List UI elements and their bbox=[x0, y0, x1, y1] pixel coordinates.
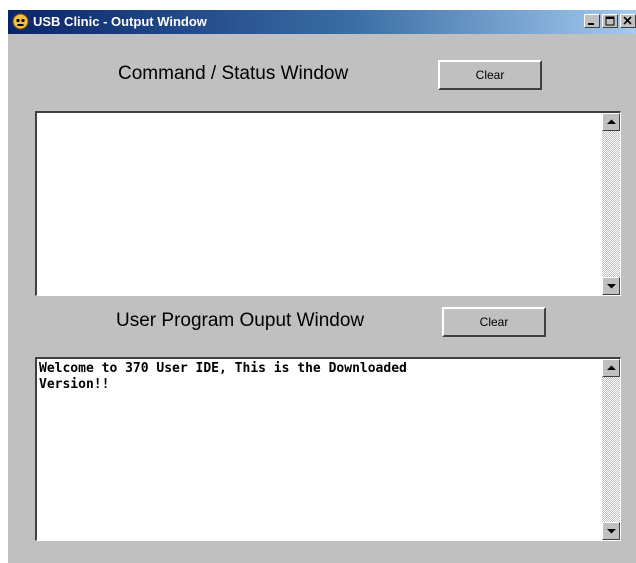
scroll-up-icon[interactable] bbox=[602, 359, 620, 377]
app-icon[interactable] bbox=[12, 13, 29, 30]
user-program-label: User Program Ouput Window bbox=[116, 310, 365, 331]
title-controls bbox=[582, 14, 636, 30]
command-status-label: Command / Status Window bbox=[118, 63, 349, 84]
scroll-up-icon[interactable] bbox=[602, 113, 620, 131]
window-title: USB Clinic - Output Window bbox=[33, 14, 207, 29]
command-status-text bbox=[39, 115, 600, 295]
command-clear-button[interactable]: Clear bbox=[438, 60, 542, 90]
scroll-down-icon[interactable] bbox=[602, 277, 620, 295]
user-scrollbar[interactable] bbox=[602, 359, 620, 540]
close-icon[interactable] bbox=[620, 14, 636, 28]
title-bar[interactable]: USB Clinic - Output Window bbox=[8, 10, 636, 34]
scroll-down-icon[interactable] bbox=[602, 522, 620, 540]
user-program-textbox[interactable]: Welcome to 370 User IDE, This is the Dow… bbox=[35, 357, 621, 541]
minimize-icon[interactable] bbox=[584, 14, 600, 28]
output-window: USB Clinic - Output Window Command / Sta… bbox=[8, 10, 636, 563]
user-clear-button[interactable]: Clear bbox=[442, 307, 546, 337]
maximize-icon[interactable] bbox=[602, 14, 618, 28]
user-program-text: Welcome to 370 User IDE, This is the Dow… bbox=[39, 361, 407, 392]
command-scrollbar[interactable] bbox=[602, 113, 620, 295]
command-status-textbox[interactable] bbox=[35, 111, 621, 296]
